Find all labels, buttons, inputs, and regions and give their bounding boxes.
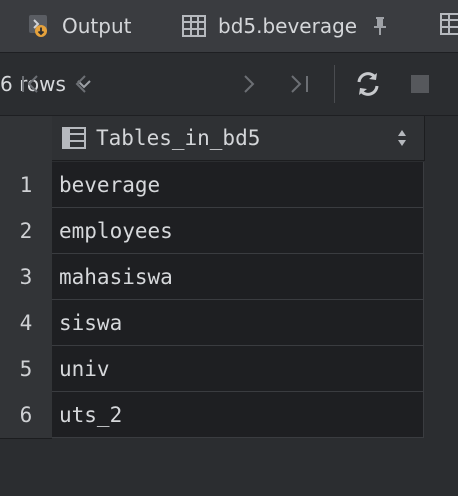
column-header-label: Tables_in_bd5 <box>96 126 261 150</box>
tab-output-label: Output <box>62 14 132 38</box>
tab-next-partial[interactable] <box>440 0 458 52</box>
sort-icon[interactable] <box>396 128 408 148</box>
previous-page-button[interactable] <box>70 53 92 115</box>
result-toolbar: 6 rows <box>0 53 458 116</box>
table-row[interactable]: 5 univ <box>0 346 424 393</box>
table-cell[interactable]: siswa <box>52 300 424 346</box>
next-page-button[interactable] <box>238 53 260 115</box>
reload-button[interactable] <box>352 53 384 115</box>
output-run-icon <box>28 14 50 38</box>
chevron-right-icon <box>244 75 255 93</box>
row-number[interactable]: 5 <box>0 346 52 393</box>
row-number[interactable]: 1 <box>0 162 52 209</box>
stop-button[interactable] <box>406 53 434 115</box>
stop-icon <box>411 75 429 93</box>
table-row[interactable]: 2 employees <box>0 208 424 255</box>
last-page-button[interactable] <box>286 53 314 115</box>
result-grid: Tables_in_bd5 1 beverage 2 employees 3 mahasi… <box>0 116 458 496</box>
tab-bd5-beverage-label: bd5.beverage <box>218 14 358 38</box>
first-page-button[interactable] <box>18 53 44 115</box>
row-number[interactable]: 4 <box>0 300 52 347</box>
column-icon <box>62 127 86 149</box>
tab-output[interactable]: Output <box>28 0 131 52</box>
table-row[interactable]: 4 siswa <box>0 300 424 347</box>
table-row[interactable]: 6 uts_2 <box>0 392 424 439</box>
toolbar-divider <box>334 65 335 103</box>
last-page-icon <box>291 75 308 93</box>
table-grid-icon <box>440 12 458 40</box>
reload-icon <box>357 72 379 96</box>
column-header[interactable]: Tables_in_bd5 <box>52 116 425 161</box>
table-cell[interactable]: beverage <box>52 162 424 208</box>
chevron-left-icon <box>75 75 86 93</box>
table-row[interactable]: 3 mahasiswa <box>0 254 424 301</box>
table-grid-icon <box>182 15 206 37</box>
first-page-icon <box>22 75 38 93</box>
table-cell[interactable]: univ <box>52 346 424 392</box>
table-cell[interactable]: uts_2 <box>52 392 424 438</box>
table-cell[interactable]: employees <box>52 208 424 254</box>
tab-bd5-beverage[interactable]: bd5.beverage <box>182 0 387 52</box>
pin-icon[interactable] <box>373 16 387 36</box>
row-number[interactable]: 2 <box>0 208 52 255</box>
table-row[interactable]: 1 beverage <box>0 162 424 209</box>
row-number[interactable]: 3 <box>0 254 52 301</box>
editor-tab-bar: Output bd5.beverage <box>0 0 458 53</box>
row-number[interactable]: 6 <box>0 392 52 439</box>
table-cell[interactable]: mahasiswa <box>52 254 424 300</box>
page-size-dropdown[interactable]: 6 rows <box>0 53 458 115</box>
